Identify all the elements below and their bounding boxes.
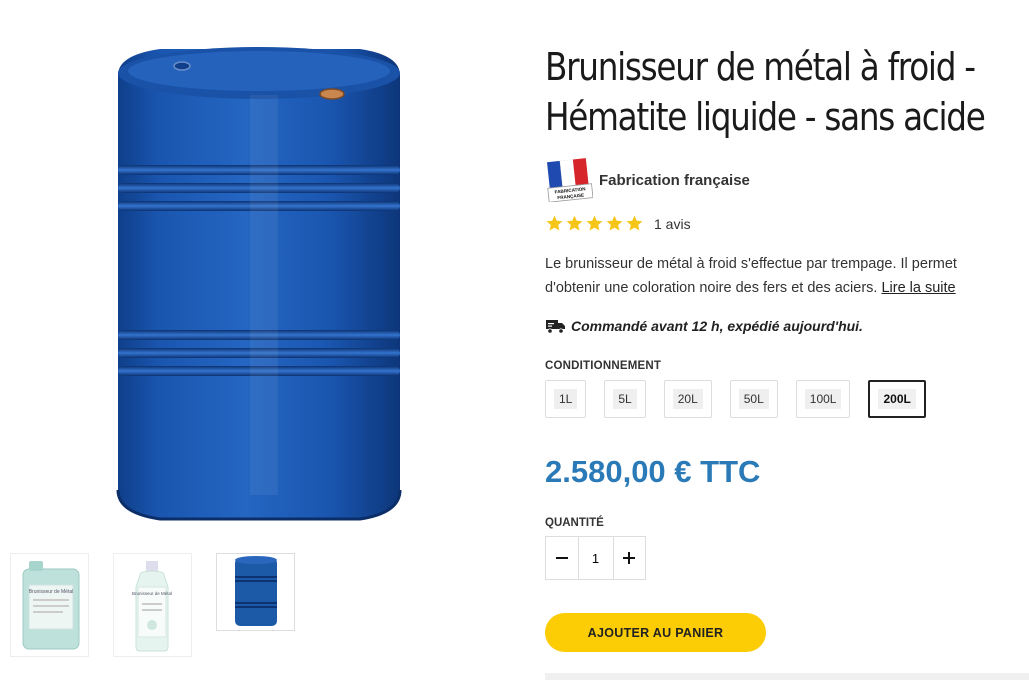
- thumbnail-bottle[interactable]: Brunisseur de Métal: [113, 553, 192, 657]
- variant-option-1l[interactable]: 1L: [545, 380, 587, 418]
- product-price: 2.580,00 € TTC: [545, 454, 761, 489]
- truck-icon: [546, 320, 565, 334]
- thumbnail-jerrican[interactable]: Brunisseur de Métal: [10, 553, 89, 657]
- conditioning-label: CONDITIONNEMENT: [545, 360, 662, 372]
- star-icon: [626, 215, 643, 231]
- plus-icon: [623, 552, 636, 564]
- product-rating[interactable]: 1 avis: [545, 214, 691, 233]
- variant-option-5l[interactable]: 5L: [604, 380, 646, 418]
- minus-icon: [555, 557, 568, 559]
- variant-selector: 1L 5L 20L 50L 100L 200L: [545, 380, 926, 418]
- thumbnail-drum[interactable]: [216, 553, 295, 631]
- main-product-image[interactable]: [100, 35, 420, 530]
- star-icon: [566, 215, 583, 231]
- french-flag-icon: FABRICATION FRANÇAISE: [545, 158, 594, 203]
- product-gallery: Brunisseur de Métal Brunisseur de Métal: [0, 0, 520, 680]
- variant-option-100l[interactable]: 100L: [795, 380, 851, 418]
- section-divider: [545, 673, 1029, 680]
- variant-label: 100L: [804, 389, 842, 409]
- variant-label: 200L: [878, 389, 916, 409]
- jerrican-label: Brunisseur de Métal: [28, 589, 72, 595]
- shipping-notice: Commandé avant 12 h, expédié aujourd'hui…: [545, 318, 863, 334]
- made-in-france-badge: FABRICATION FRANÇAISE Fabrication frança…: [545, 158, 750, 203]
- read-more-link[interactable]: Lire la suite: [881, 280, 955, 296]
- variant-option-50l[interactable]: 50L: [729, 380, 778, 418]
- quantity-stepper: [545, 536, 646, 580]
- review-count[interactable]: 1 avis: [654, 216, 691, 232]
- add-to-cart-button[interactable]: AJOUTER AU PANIER: [545, 613, 766, 652]
- variant-option-200l[interactable]: 200L: [868, 380, 926, 418]
- increase-quantity-button[interactable]: [614, 537, 646, 579]
- product-title: Brunisseur de métal à froid - Hématite l…: [545, 45, 986, 139]
- variant-label: 20L: [672, 389, 703, 409]
- variant-label: 50L: [738, 389, 769, 409]
- variant-label: 1L: [554, 389, 578, 409]
- shipping-text: Commandé avant 12 h, expédié aujourd'hui…: [571, 318, 863, 334]
- decrease-quantity-button[interactable]: [546, 537, 578, 579]
- variant-option-20l[interactable]: 20L: [663, 380, 712, 418]
- quantity-input[interactable]: [577, 537, 614, 579]
- product-description: Le brunisseur de métal à froid s'effectu…: [545, 252, 1005, 300]
- star-icon: [546, 215, 563, 231]
- quantity-label: QUANTITÉ: [545, 517, 604, 529]
- product-info: Brunisseur de métal à froid - Hématite l…: [545, 42, 1029, 680]
- star-icon: [606, 215, 623, 231]
- thumbnail-list: Brunisseur de Métal Brunisseur de Métal: [10, 553, 295, 657]
- variant-label: 5L: [613, 389, 637, 409]
- star-icon: [586, 215, 603, 231]
- star-rating: [545, 214, 644, 233]
- made-in-label: Fabrication française: [599, 171, 750, 189]
- bottle-label: Brunisseur de Métal: [131, 591, 171, 596]
